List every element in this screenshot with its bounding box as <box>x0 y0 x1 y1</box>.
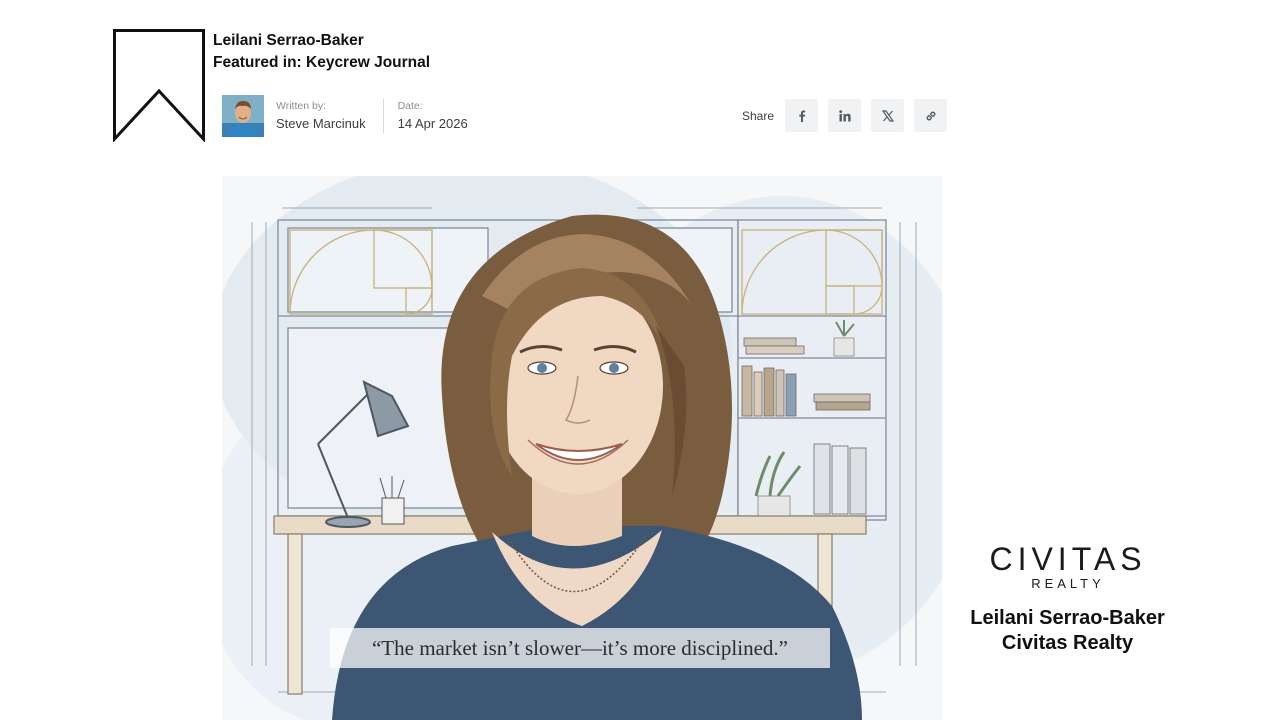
share-facebook-button[interactable] <box>785 99 819 132</box>
author-info: Written by: Steve Marcinuk <box>276 99 366 133</box>
date-value: 14 Apr 2026 <box>397 116 468 131</box>
brand-company-name: Civitas Realty <box>1001 632 1134 654</box>
quote-banner: “The market isn’t slower—it’s more disci… <box>330 628 830 668</box>
brand-block: CIVITAS REALTY Leilani Serrao-Baker Civi… <box>945 540 1190 656</box>
pull-quote: “The market isn’t slower—it’s more disci… <box>371 635 788 660</box>
share-label: Share <box>742 108 775 123</box>
avatar[interactable] <box>222 95 264 137</box>
article-meta: Written by: Steve Marcinuk Date: 14 Apr … <box>222 95 468 137</box>
logo-secondary-text: REALTY <box>1031 576 1105 590</box>
civitas-realty-logo: CIVITAS REALTY <box>989 541 1146 590</box>
share-linkedin-button[interactable] <box>828 99 862 132</box>
link-icon <box>926 111 935 120</box>
date-label: Date: <box>397 100 423 112</box>
article-heading: Leilani Serrao-Baker Featured in: Keycre… <box>213 30 430 74</box>
meta-divider <box>382 99 384 133</box>
logo-primary-text: CIVITAS <box>989 541 1146 577</box>
share-x-button[interactable] <box>871 99 905 132</box>
share-bar: Share <box>742 99 948 132</box>
brand-person-name: Leilani Serrao-Baker <box>970 607 1165 629</box>
author-label: Written by: <box>276 100 326 112</box>
date-info: Date: 14 Apr 2026 <box>398 99 468 133</box>
featured-in: Featured in: Keycrew Journal <box>213 54 431 71</box>
author-name[interactable]: Steve Marcinuk <box>276 115 366 133</box>
facebook-icon <box>798 110 805 122</box>
page-title: Leilani Serrao-Baker <box>213 32 364 49</box>
linkedin-icon <box>838 109 851 121</box>
hero-illustration: “The market isn’t slower—it’s more disci… <box>222 176 942 720</box>
x-icon <box>881 109 894 122</box>
share-copy-link-button[interactable] <box>914 99 948 132</box>
bookmark-icon <box>113 29 205 142</box>
